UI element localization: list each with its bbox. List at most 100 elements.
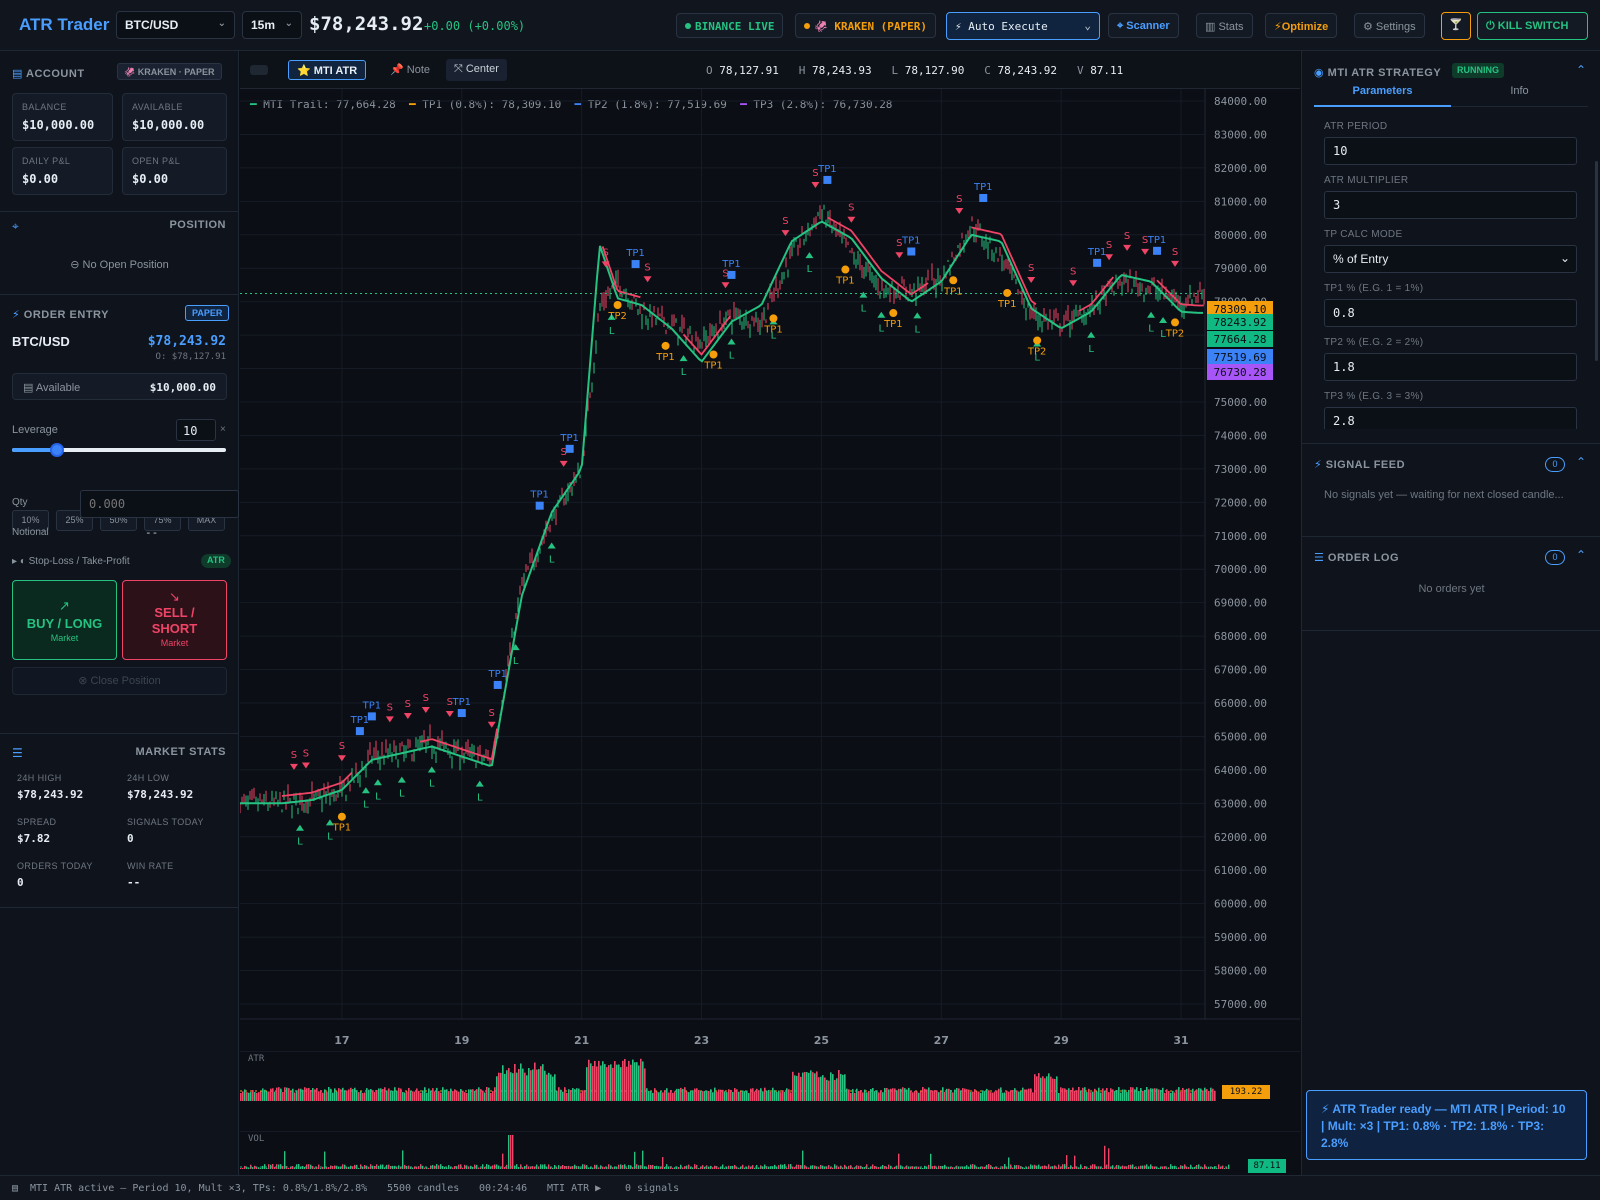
c-value: 78,243.92 <box>997 64 1058 77</box>
atr-bar <box>992 1092 994 1101</box>
atr-bar <box>892 1088 894 1101</box>
leverage-input[interactable]: 10 <box>176 419 216 441</box>
leverage-slider-handle[interactable] <box>50 443 64 457</box>
atr-bar <box>1172 1090 1174 1101</box>
leverage-slider-track[interactable] <box>12 448 226 452</box>
price-chart[interactable]: 84000.00 83000.00 82000.00 81000.00 80000.00… <box>240 89 1300 1051</box>
atr-bar <box>784 1091 786 1101</box>
volume-chart[interactable]: 1719212325272931 <box>240 1131 1300 1175</box>
vol-bar <box>1012 1167 1014 1169</box>
vol-bar <box>1052 1166 1054 1169</box>
kill-switch-button[interactable]: ⏻ KILL SWITCH <box>1477 12 1588 40</box>
atr-bar <box>1170 1092 1172 1101</box>
tp-square-icon <box>1093 258 1102 267</box>
sell-signal-label: S <box>291 750 297 761</box>
params-scrollbar[interactable] <box>1595 161 1598 361</box>
mti-atr-button[interactable]: ⭐ MTI ATR <box>288 60 367 80</box>
toast-notification[interactable]: ⚡ ATR Trader ready — MTI ATR | Period: 1… <box>1306 1090 1587 1160</box>
chevron-up-icon[interactable]: ⌃ <box>1576 63 1586 77</box>
y-tick-label: 62000.00 <box>1214 831 1267 844</box>
vol-bar <box>1122 1165 1124 1169</box>
buy-signal-label: L <box>807 264 813 275</box>
atr-bar <box>1128 1089 1130 1101</box>
atr-bar <box>1148 1089 1150 1101</box>
app-logo: ATR Trader <box>19 15 110 34</box>
atr-bar <box>308 1087 310 1101</box>
tp-target-label: TP1 <box>332 823 352 834</box>
sell-signal-label: S <box>644 262 650 273</box>
qty-input[interactable] <box>80 490 239 518</box>
vol-bar <box>612 1167 614 1169</box>
atr-bar <box>958 1088 960 1101</box>
atr-chart[interactable]: 1719212325272931 <box>240 1051 1300 1111</box>
vol-bar <box>1078 1167 1080 1169</box>
vol-bar <box>508 1135 510 1169</box>
atr-bar <box>1098 1087 1100 1101</box>
close-position-button[interactable]: ⊗ Close Position <box>12 667 227 695</box>
atr-bar <box>696 1088 698 1101</box>
atr-bar <box>632 1059 634 1101</box>
x-tick-label: 25 <box>814 1034 829 1047</box>
stats-button[interactable]: ▥ Stats <box>1196 13 1253 38</box>
panel-toggle-icon[interactable] <box>250 65 268 75</box>
vol-bar <box>788 1164 790 1169</box>
scanner-button[interactable]: ⌖ Scanner <box>1108 13 1179 38</box>
atr-bar <box>846 1088 848 1101</box>
sltp-toggle[interactable]: ▸ ◐ Stop-Loss / Take-Profit <box>12 556 130 567</box>
tp3-input[interactable]: 2.8 <box>1324 407 1577 429</box>
center-button[interactable]: ⤧ Center <box>446 59 507 81</box>
vol-bar <box>1198 1164 1200 1169</box>
y-tick-label: 68000.00 <box>1214 630 1267 643</box>
atr-bar <box>572 1088 574 1101</box>
atr-multiplier-label: ATR MULTIPLIER <box>1324 175 1409 186</box>
vol-bar <box>1048 1164 1050 1169</box>
atr-bar <box>866 1092 868 1101</box>
chevron-up-icon[interactable]: ⌃ <box>1576 455 1586 469</box>
timeframe-select[interactable]: 15m ⌄ <box>242 11 302 39</box>
bar-chart-icon: ▥ <box>1205 21 1219 33</box>
chevron-up-icon[interactable]: ⌃ <box>1576 548 1586 562</box>
atr-multiplier-input[interactable]: 3 <box>1324 191 1577 219</box>
settings-button[interactable]: ⚙ Settings <box>1354 13 1425 38</box>
sell-short-button[interactable]: ↘ SELL / SHORT Market <box>122 580 227 660</box>
auto-execute-select[interactable]: ⚡ Auto Execute ⌄ <box>946 12 1100 40</box>
vol-bar <box>1166 1167 1168 1169</box>
atr-bar <box>884 1088 886 1101</box>
binance-status-badge[interactable]: BINANCE LIVE <box>676 13 784 38</box>
atr-bar <box>618 1064 620 1101</box>
atr-bar <box>1046 1076 1048 1101</box>
optimize-button[interactable]: ⚡Optimize <box>1265 13 1338 38</box>
symbol-select[interactable]: BTC/USD ⌄ <box>116 11 235 39</box>
alert-toggle-button[interactable]: 🍸 <box>1441 12 1471 40</box>
crosshair-icon: ⌖ <box>12 219 19 233</box>
tp-circle-icon <box>1033 336 1042 345</box>
atr-bar <box>928 1087 930 1101</box>
atr-bar <box>1144 1089 1146 1101</box>
atr-bar <box>446 1089 448 1101</box>
kraken-status-badge[interactable]: 🦑 KRAKEN (PAPER) <box>795 13 937 38</box>
atr-bar <box>530 1070 532 1101</box>
atr-bar <box>678 1088 680 1101</box>
tab-info[interactable]: Info <box>1451 85 1588 107</box>
tp-mode-select[interactable]: % of Entry ⌄ <box>1324 245 1577 273</box>
atr-bar <box>374 1092 376 1101</box>
atr-bar <box>842 1074 844 1101</box>
tp1-input[interactable]: 0.8 <box>1324 299 1577 327</box>
tp-target-label: TP1 <box>703 361 723 372</box>
atr-period-input[interactable]: 10 <box>1324 137 1577 165</box>
atr-bar <box>1126 1092 1128 1101</box>
y-tick-label: 67000.00 <box>1214 664 1267 677</box>
buy-long-button[interactable]: ↗ BUY / LONG Market <box>12 580 117 660</box>
vol-bar <box>328 1167 330 1169</box>
x-tick-label: 27 <box>934 1034 949 1047</box>
tab-parameters[interactable]: Parameters <box>1314 85 1451 107</box>
vol-bar <box>958 1166 960 1169</box>
vol-bar <box>932 1166 934 1169</box>
note-button[interactable]: 📌 Note <box>390 63 430 76</box>
vol-bar <box>1108 1148 1110 1169</box>
atr-bar <box>1192 1088 1194 1101</box>
vol-bar <box>298 1164 300 1169</box>
sell-arrow-icon <box>643 276 652 283</box>
tp2-input[interactable]: 1.8 <box>1324 353 1577 381</box>
atr-bar <box>974 1089 976 1101</box>
